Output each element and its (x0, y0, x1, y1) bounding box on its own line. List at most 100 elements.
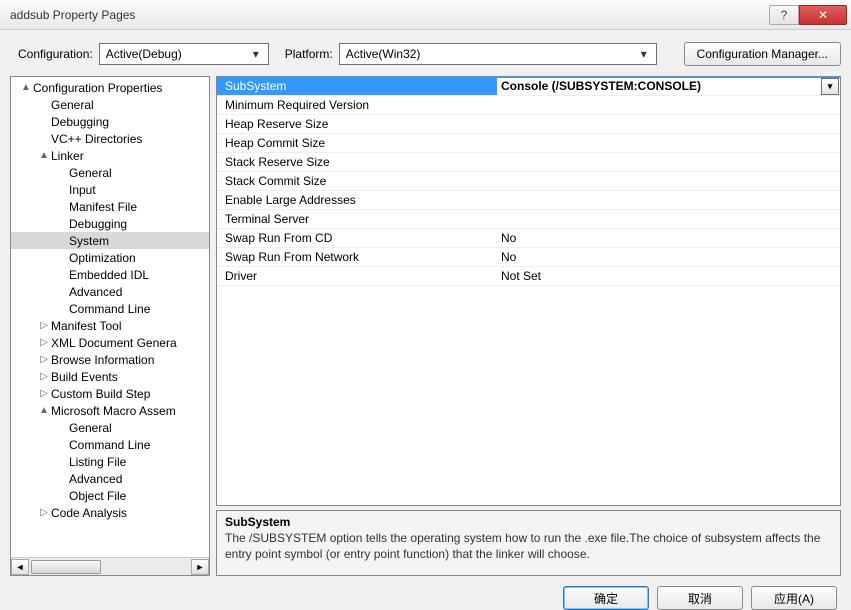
tree-item[interactable]: ▷Debugging (11, 113, 209, 130)
tree-item[interactable]: ▷General (11, 96, 209, 113)
chevron-down-icon: ▾ (248, 47, 264, 61)
tree-item-label: Linker (51, 149, 84, 163)
property-row[interactable]: Swap Run From NetworkNo (217, 248, 840, 267)
description-title: SubSystem (225, 515, 832, 529)
property-row[interactable]: Enable Large Addresses (217, 191, 840, 210)
property-grid[interactable]: SubSystemConsole (/SUBSYSTEM:CONSOLE)▾ Mi… (216, 76, 841, 506)
tree-item[interactable]: ▷Command Line (11, 436, 209, 453)
tree-item-label: Configuration Properties (33, 81, 162, 95)
tree-item[interactable]: ▷Build Events (11, 368, 209, 385)
property-row[interactable]: Minimum Required Version (217, 96, 840, 115)
tree-item[interactable]: ▷General (11, 419, 209, 436)
expand-icon[interactable]: ▷ (37, 371, 51, 382)
tree-panel: ▲Configuration Properties▷General▷Debugg… (10, 76, 210, 576)
scroll-left-button[interactable]: ◄ (11, 559, 29, 575)
help-button[interactable]: ? (769, 5, 799, 25)
tree-item[interactable]: ▷Manifest File (11, 198, 209, 215)
scroll-right-button[interactable]: ► (191, 559, 209, 575)
tree-item-label: Advanced (69, 285, 122, 299)
property-name: Swap Run From CD (217, 231, 497, 245)
tree-item-label: Code Analysis (51, 506, 127, 520)
configuration-bar: Configuration: Active(Debug) ▾ Platform:… (0, 30, 851, 76)
property-name: Terminal Server (217, 212, 497, 226)
tree-body[interactable]: ▲Configuration Properties▷General▷Debugg… (11, 77, 209, 557)
expand-icon[interactable]: ▷ (37, 507, 51, 518)
tree-item[interactable]: ▲Configuration Properties (11, 79, 209, 96)
close-button[interactable]: ✕ (799, 5, 847, 25)
tree-item[interactable]: ▷Input (11, 181, 209, 198)
tree-item[interactable]: ▷Listing File (11, 453, 209, 470)
scroll-thumb[interactable] (31, 560, 101, 574)
tree-item[interactable]: ▷Optimization (11, 249, 209, 266)
tree-item[interactable]: ▲Linker (11, 147, 209, 164)
property-row[interactable]: SubSystemConsole (/SUBSYSTEM:CONSOLE)▾ (217, 77, 840, 96)
tree-item-label: Build Events (51, 370, 118, 384)
tree-item-label: Manifest Tool (51, 319, 121, 333)
property-value[interactable]: Not Set (497, 269, 840, 283)
tree-item-label: VC++ Directories (51, 132, 142, 146)
tree-item[interactable]: ▷Embedded IDL (11, 266, 209, 283)
tree-item[interactable]: ▷Debugging (11, 215, 209, 232)
property-row[interactable]: Swap Run From CDNo (217, 229, 840, 248)
apply-button[interactable]: 应用(A) (751, 586, 837, 610)
tree-item-label: General (69, 166, 112, 180)
window-title: addsub Property Pages (10, 8, 769, 22)
property-value[interactable]: Console (/SUBSYSTEM:CONSOLE)▾ (497, 78, 840, 95)
tree-item[interactable]: ▷Object File (11, 487, 209, 504)
property-value[interactable]: No (497, 231, 840, 245)
configuration-manager-button[interactable]: Configuration Manager... (684, 42, 841, 66)
tree-item[interactable]: ▷Code Analysis (11, 504, 209, 521)
tree-item-label: Debugging (51, 115, 109, 129)
description-text: The /SUBSYSTEM option tells the operatin… (225, 531, 832, 562)
property-row[interactable]: Heap Commit Size (217, 134, 840, 153)
property-row[interactable]: Stack Commit Size (217, 172, 840, 191)
tree-item-label: Custom Build Step (51, 387, 150, 401)
property-row[interactable]: Heap Reserve Size (217, 115, 840, 134)
tree-item-label: Browse Information (51, 353, 154, 367)
chevron-down-icon: ▾ (636, 47, 652, 61)
tree-item-label: XML Document Genera (51, 336, 177, 350)
tree-item-label: Microsoft Macro Assem (51, 404, 176, 418)
tree-item[interactable]: ▷Advanced (11, 470, 209, 487)
tree-item-label: Debugging (69, 217, 127, 231)
property-name: Minimum Required Version (217, 98, 497, 112)
tree-item[interactable]: ▲Microsoft Macro Assem (11, 402, 209, 419)
tree-item-label: Manifest File (69, 200, 137, 214)
configuration-dropdown[interactable]: Active(Debug) ▾ (99, 43, 269, 65)
collapse-icon[interactable]: ▲ (37, 405, 51, 416)
tree-item[interactable]: ▷System (11, 232, 209, 249)
tree-item-label: Listing File (69, 455, 126, 469)
expand-icon[interactable]: ▷ (37, 388, 51, 399)
expand-icon[interactable]: ▷ (37, 354, 51, 365)
expand-icon[interactable]: ▷ (37, 320, 51, 331)
horizontal-scrollbar[interactable]: ◄ ► (11, 557, 209, 575)
tree-item-label: Command Line (69, 302, 150, 316)
tree-item-label: General (69, 421, 112, 435)
expand-icon[interactable]: ▷ (37, 337, 51, 348)
tree-item[interactable]: ▷Command Line (11, 300, 209, 317)
tree-item[interactable]: ▷Manifest Tool (11, 317, 209, 334)
collapse-icon[interactable]: ▲ (37, 150, 51, 161)
tree-item-label: Advanced (69, 472, 122, 486)
ok-button[interactable]: 确定 (563, 586, 649, 610)
dialog-footer: 确定 取消 应用(A) (0, 576, 851, 610)
platform-dropdown[interactable]: Active(Win32) ▾ (339, 43, 657, 65)
tree-item[interactable]: ▷Advanced (11, 283, 209, 300)
tree-item[interactable]: ▷XML Document Genera (11, 334, 209, 351)
tree-item[interactable]: ▷General (11, 164, 209, 181)
property-row[interactable]: DriverNot Set (217, 267, 840, 286)
collapse-icon[interactable]: ▲ (19, 82, 33, 93)
tree-item-label: Object File (69, 489, 126, 503)
property-value[interactable]: No (497, 250, 840, 264)
property-name: Stack Commit Size (217, 174, 497, 188)
property-row[interactable]: Stack Reserve Size (217, 153, 840, 172)
tree-item[interactable]: ▷VC++ Directories (11, 130, 209, 147)
tree-item[interactable]: ▷Browse Information (11, 351, 209, 368)
cancel-button[interactable]: 取消 (657, 586, 743, 610)
property-row[interactable]: Terminal Server (217, 210, 840, 229)
chevron-down-icon[interactable]: ▾ (821, 78, 839, 95)
tree-item[interactable]: ▷Custom Build Step (11, 385, 209, 402)
property-name: Heap Reserve Size (217, 117, 497, 131)
tree-item-label: Embedded IDL (69, 268, 149, 282)
property-name: Stack Reserve Size (217, 155, 497, 169)
